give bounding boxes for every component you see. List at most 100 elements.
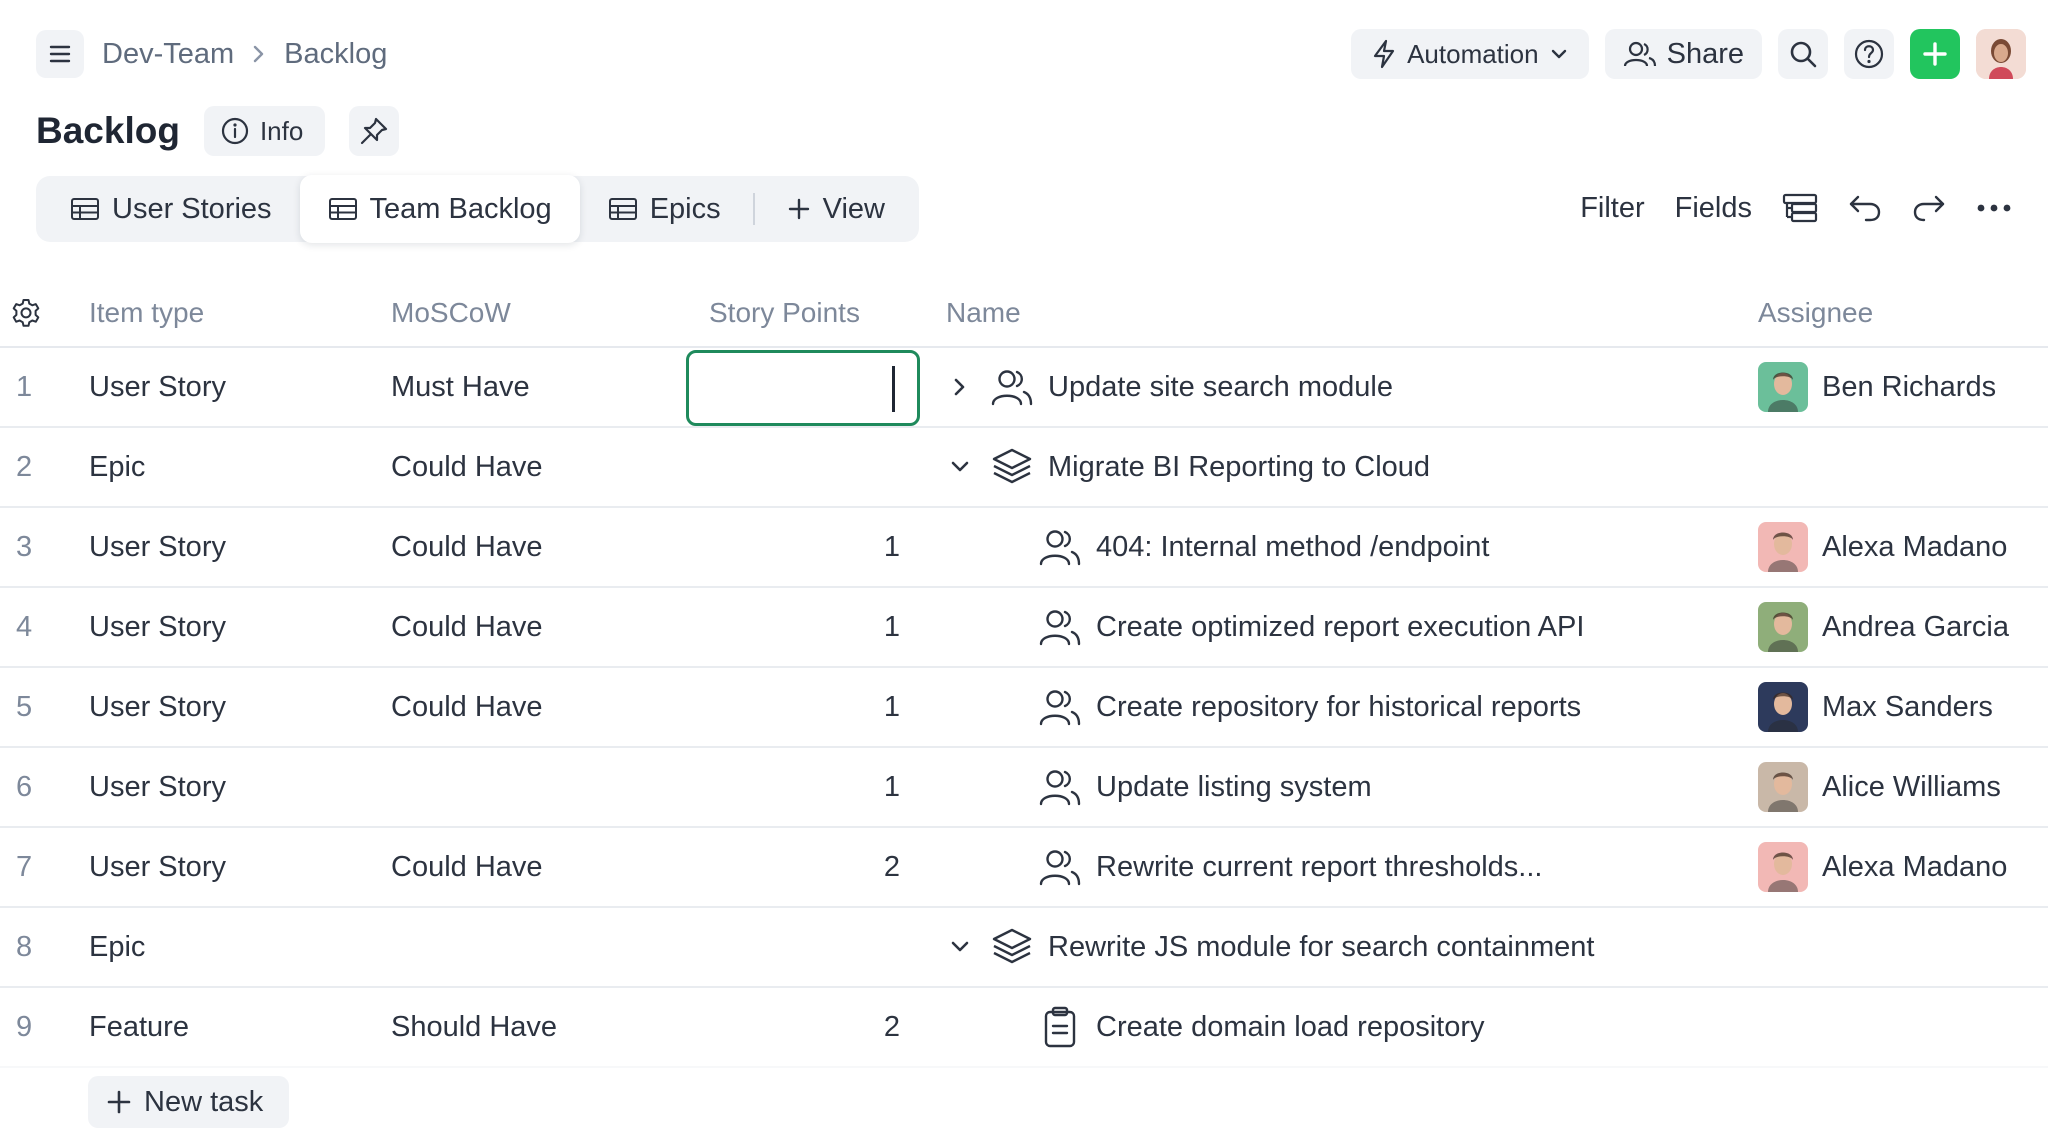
filter-button[interactable]: Filter bbox=[1580, 192, 1644, 225]
assignee-cell[interactable]: Andrea Garcia bbox=[1758, 588, 2009, 666]
name-cell[interactable]: Create optimized report execution API bbox=[990, 588, 1760, 666]
item-type-cell[interactable]: User Story bbox=[89, 348, 226, 426]
moscow-cell[interactable]: Could Have bbox=[391, 668, 543, 746]
share-button[interactable]: Share bbox=[1604, 29, 1762, 79]
item-name[interactable]: Migrate BI Reporting to Cloud bbox=[1048, 451, 1430, 484]
table-row[interactable]: 9 Feature Should Have 2 Create domain load r… bbox=[0, 988, 2048, 1068]
assignee-cell[interactable]: Ben Richards bbox=[1758, 348, 1996, 426]
item-type-cell[interactable]: Epic bbox=[89, 908, 145, 986]
column-header-assignee[interactable]: Assignee bbox=[1758, 280, 1873, 346]
tab-label: User Stories bbox=[112, 192, 272, 225]
item-type-cell[interactable]: User Story bbox=[89, 748, 226, 826]
table-row[interactable]: 8 Epic Rewrite JS module for search contai… bbox=[0, 908, 2048, 988]
redo-button[interactable] bbox=[1912, 193, 1946, 223]
moscow-cell[interactable]: Should Have bbox=[391, 988, 557, 1066]
table-row[interactable]: 3 User Story Could Have 1 404: Internal meth… bbox=[0, 508, 2048, 588]
item-name[interactable]: Rewrite current report thresholds... bbox=[1096, 851, 1542, 884]
table-row[interactable]: 5 User Story Could Have 1 Create repository … bbox=[0, 668, 2048, 748]
chevron-down-icon[interactable] bbox=[946, 458, 974, 476]
name-cell[interactable]: 404: Internal method /endpoint bbox=[990, 508, 1760, 586]
moscow-cell[interactable]: Could Have bbox=[391, 588, 543, 666]
chevron-right-icon[interactable] bbox=[946, 376, 974, 398]
name-cell[interactable]: Rewrite current report thresholds... bbox=[990, 828, 1760, 906]
automation-button[interactable]: Automation bbox=[1351, 29, 1589, 79]
item-name[interactable]: Rewrite JS module for search containment bbox=[1048, 931, 1594, 964]
moscow-cell[interactable]: Could Have bbox=[391, 508, 543, 586]
table-header: Item type MoSCoW Story Points Name Assig… bbox=[0, 280, 2048, 348]
table-row[interactable]: 2 Epic Could Have Migrate BI Reporting to C… bbox=[0, 428, 2048, 508]
group-rows-button[interactable] bbox=[1782, 193, 1818, 223]
item-name[interactable]: Create domain load repository bbox=[1096, 1011, 1484, 1044]
item-type-cell[interactable]: User Story bbox=[89, 588, 226, 666]
new-task-button[interactable]: New task bbox=[88, 1076, 290, 1128]
item-name[interactable]: Create optimized report execution API bbox=[1096, 611, 1584, 644]
column-header-name[interactable]: Name bbox=[946, 280, 1021, 346]
story-points-input[interactable] bbox=[686, 350, 920, 426]
undo-icon bbox=[1849, 195, 1881, 222]
column-header-moscow[interactable]: MoSCoW bbox=[391, 280, 511, 346]
hamburger-menu-button[interactable] bbox=[36, 30, 84, 78]
breadcrumb-current[interactable]: Backlog bbox=[284, 38, 387, 71]
story-points-cell[interactable]: 2 bbox=[560, 988, 900, 1066]
pin-button[interactable] bbox=[349, 106, 400, 156]
table-row[interactable]: 4 User Story Could Have 1 Create optimized r… bbox=[0, 588, 2048, 668]
add-view-button[interactable]: View bbox=[759, 176, 913, 242]
search-button[interactable] bbox=[1778, 29, 1828, 79]
breadcrumb: Dev-Team Backlog bbox=[102, 32, 387, 76]
item-type-cell[interactable]: Feature bbox=[89, 988, 189, 1066]
help-button[interactable] bbox=[1844, 29, 1894, 79]
chevron-down-icon[interactable] bbox=[946, 938, 974, 956]
story-points-cell[interactable]: 1 bbox=[560, 508, 900, 586]
tab-epics[interactable]: Epics bbox=[580, 176, 749, 242]
current-user-avatar[interactable] bbox=[1976, 29, 2026, 79]
breadcrumb-workspace[interactable]: Dev-Team bbox=[102, 38, 234, 71]
item-type-cell[interactable]: User Story bbox=[89, 828, 226, 906]
story-points-cell[interactable] bbox=[560, 428, 900, 506]
item-name[interactable]: Create repository for historical reports bbox=[1096, 691, 1581, 724]
story-points-cell[interactable]: 2 bbox=[560, 828, 900, 906]
story-points-cell[interactable]: 1 bbox=[560, 588, 900, 666]
column-header-item-type[interactable]: Item type bbox=[89, 280, 204, 346]
undo-button[interactable] bbox=[1848, 193, 1882, 223]
row-number: 6 bbox=[16, 770, 33, 803]
column-settings-button[interactable] bbox=[10, 280, 42, 346]
more-options-button[interactable] bbox=[1976, 203, 2012, 213]
story-points-cell[interactable]: 1 bbox=[560, 748, 900, 826]
name-cell[interactable]: Create repository for historical reports bbox=[990, 668, 1760, 746]
item-name[interactable]: Update listing system bbox=[1096, 771, 1372, 804]
assignee-name: Alice Williams bbox=[1822, 770, 2001, 803]
item-type-cell[interactable]: User Story bbox=[89, 508, 226, 586]
assignee-cell[interactable]: Max Sanders bbox=[1758, 668, 1993, 746]
column-header-story-points[interactable]: Story Points bbox=[709, 280, 860, 346]
add-new-button[interactable] bbox=[1910, 29, 1960, 79]
name-cell[interactable]: Update site search module bbox=[946, 348, 1716, 426]
name-cell[interactable]: Create domain load repository bbox=[990, 988, 1760, 1066]
tab-user-stories[interactable]: User Stories bbox=[42, 176, 300, 242]
more-horizontal-icon bbox=[1977, 204, 2011, 212]
assignee-cell[interactable]: Alice Williams bbox=[1758, 748, 2001, 826]
story-points-cell[interactable]: 1 bbox=[560, 668, 900, 746]
redo-icon bbox=[1913, 195, 1945, 222]
moscow-cell[interactable]: Could Have bbox=[391, 828, 543, 906]
name-cell[interactable]: Rewrite JS module for search containment bbox=[946, 908, 1716, 986]
table-row[interactable]: 1 User Story Must Have Update site search m… bbox=[0, 348, 2048, 428]
item-name[interactable]: Update site search module bbox=[1048, 371, 1393, 404]
assignee-cell[interactable]: Alexa Madano bbox=[1758, 508, 2007, 586]
table-row[interactable]: 6 User Story 1 Update listing system Alice W… bbox=[0, 748, 2048, 828]
story-points-cell[interactable] bbox=[560, 908, 900, 986]
name-cell[interactable]: Update listing system bbox=[990, 748, 1760, 826]
assignee-cell[interactable]: Alexa Madano bbox=[1758, 828, 2007, 906]
moscow-cell[interactable]: Must Have bbox=[391, 348, 530, 426]
avatar bbox=[1758, 602, 1808, 652]
tab-team-backlog[interactable]: Team Backlog bbox=[299, 175, 580, 243]
info-button[interactable]: Info bbox=[203, 106, 326, 156]
epic-stack-icon bbox=[990, 445, 1034, 489]
table-row[interactable]: 7 User Story Could Have 2 Rewrite current re… bbox=[0, 828, 2048, 908]
name-cell[interactable]: Migrate BI Reporting to Cloud bbox=[946, 428, 1716, 506]
fields-button[interactable]: Fields bbox=[1675, 192, 1752, 225]
moscow-cell[interactable]: Could Have bbox=[391, 428, 543, 506]
name-content: Create domain load repository bbox=[1038, 1005, 1484, 1049]
item-type-cell[interactable]: User Story bbox=[89, 668, 226, 746]
item-name[interactable]: 404: Internal method /endpoint bbox=[1096, 531, 1489, 564]
item-type-cell[interactable]: Epic bbox=[89, 428, 145, 506]
